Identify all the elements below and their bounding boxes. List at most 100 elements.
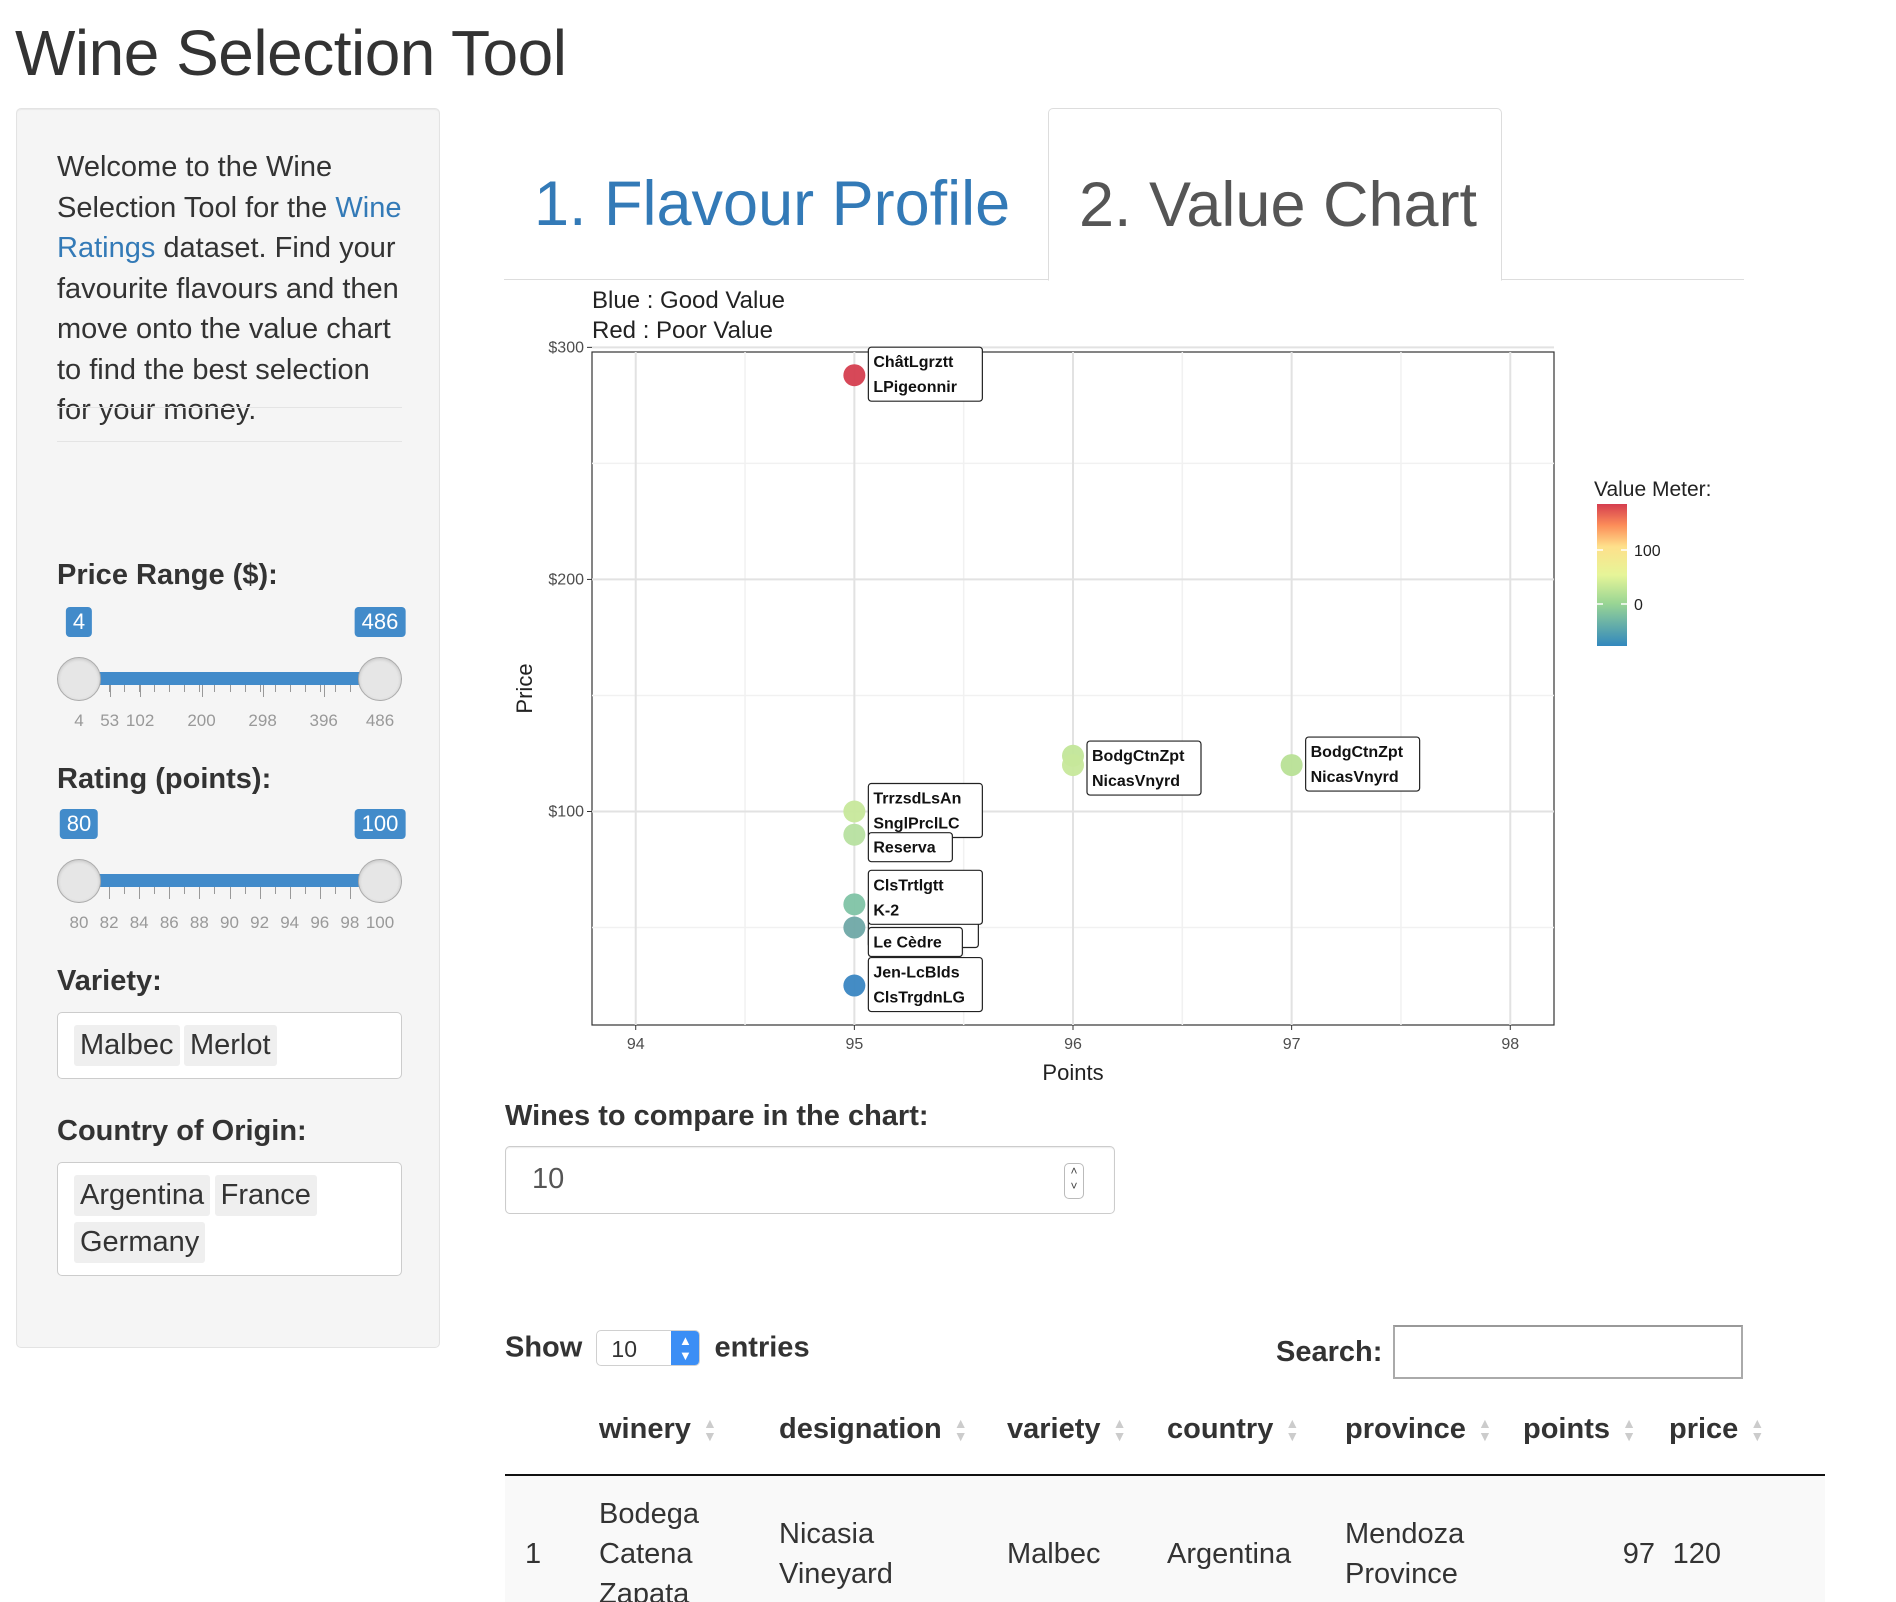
column-header-label: country xyxy=(1167,1413,1274,1445)
price-min-badge: 4 xyxy=(65,607,93,637)
slider-tick xyxy=(214,685,216,692)
intro-before: Welcome to the Wine Selection Tool for t… xyxy=(57,151,336,224)
legend-tick-label: 0 xyxy=(1634,597,1643,614)
rating-min-handle[interactable] xyxy=(57,859,101,903)
slider-major-tick xyxy=(229,887,231,899)
point-label-text: SnglPrclLC xyxy=(873,815,960,832)
slider-major-tick xyxy=(140,685,142,697)
rating-max-handle[interactable] xyxy=(358,859,402,903)
column-header-designation[interactable]: designation ▲ ▼ xyxy=(779,1385,1007,1476)
point-label-text: TrrzsdLsAn xyxy=(873,790,961,807)
slider-tick xyxy=(244,685,246,692)
rating-slider[interactable]: 80 100 80 82 84 86 88 90 92 94 96 98 100 xyxy=(57,809,406,932)
legend-title: Value Meter: xyxy=(1594,478,1712,501)
slider-tick-label: 92 xyxy=(250,913,270,932)
point-label-text: Jen-LcBlds xyxy=(873,965,959,982)
data-point xyxy=(1280,754,1303,777)
rating-slider-ticks xyxy=(79,887,381,901)
country-chip[interactable]: Argentina xyxy=(74,1175,211,1216)
cell-winery: Bodega Catena Zapata xyxy=(599,1475,779,1602)
variety-multiselect[interactable]: Malbec Merlot xyxy=(57,1012,402,1079)
country-multiselect[interactable]: Argentina France Germany xyxy=(57,1162,402,1276)
compare-count-input[interactable]: 10 ˄ ˅ xyxy=(505,1146,1115,1214)
entries-label: entries xyxy=(714,1331,810,1364)
price-range-fill xyxy=(79,672,380,685)
number-spinner[interactable]: ˄ ˅ xyxy=(1064,1163,1084,1199)
price-slider-ticks xyxy=(79,685,381,699)
slider-tick-label: 82 xyxy=(99,913,119,932)
slider-tick-label: 486 xyxy=(365,711,395,730)
column-header-label: points xyxy=(1523,1413,1610,1445)
spin-up-icon[interactable]: ˄ xyxy=(1070,1164,1077,1178)
rating-min-badge: 80 xyxy=(59,809,99,839)
slider-major-tick xyxy=(199,887,201,899)
slider-tick-label: 396 xyxy=(309,711,338,730)
slider-tick xyxy=(199,685,201,692)
point-label-text: BodgCtnZpt xyxy=(1092,748,1185,765)
app-title: Wine Selection Tool xyxy=(15,17,567,89)
spin-down-icon[interactable]: ˅ xyxy=(1070,1179,1077,1193)
column-header-price[interactable]: price ▲ ▼ xyxy=(1669,1385,1825,1476)
show-label: Show xyxy=(505,1331,583,1364)
slider-tick-label: 200 xyxy=(187,711,216,730)
slider-tick xyxy=(334,685,336,692)
entries-select[interactable]: 10 ▲ ▼ xyxy=(596,1330,701,1366)
select-arrows-icon: ▲ ▼ xyxy=(671,1331,700,1365)
point-label-text: NicasVnyrd xyxy=(1092,773,1180,790)
tab-value-chart[interactable]: 2. Value Chart xyxy=(1048,108,1502,281)
row-index-header xyxy=(505,1385,599,1476)
column-header-winery[interactable]: winery ▲ ▼ xyxy=(599,1385,779,1476)
slider-tick-label: 100 xyxy=(365,913,395,932)
x-tick-label: 97 xyxy=(1283,1036,1301,1053)
slider-tick-label: 53 xyxy=(100,711,120,730)
sort-icon: ▲ ▼ xyxy=(1477,1415,1492,1445)
rating-max-badge: 100 xyxy=(354,809,406,839)
slider-tick-label: 102 xyxy=(125,711,155,730)
tab-flavour-profile[interactable]: 1. Flavour Profile xyxy=(534,168,1010,240)
slider-major-tick xyxy=(201,685,203,697)
column-header-label: variety xyxy=(1007,1413,1101,1445)
search-input[interactable] xyxy=(1393,1325,1743,1379)
slider-tick xyxy=(274,887,276,894)
country-chip[interactable]: Germany xyxy=(74,1222,206,1263)
data-point xyxy=(843,823,866,846)
column-header-province[interactable]: province ▲ ▼ xyxy=(1345,1385,1523,1476)
column-header-points[interactable]: points ▲ ▼ xyxy=(1523,1385,1669,1476)
variety-chip[interactable]: Merlot xyxy=(183,1025,277,1066)
sort-icon: ▲ ▼ xyxy=(953,1415,968,1445)
tab-bar: 1. Flavour Profile 2. Value Chart xyxy=(504,106,1744,281)
slider-tick xyxy=(214,887,216,894)
tab-value-chart-label: 2. Value Chart xyxy=(1079,170,1478,240)
slider-tick xyxy=(169,685,171,692)
entries-value: 10 xyxy=(611,1336,637,1362)
sidebar-panel: Welcome to the Wine Selection Tool for t… xyxy=(16,108,440,1348)
variety-chip[interactable]: Malbec xyxy=(74,1025,180,1066)
point-label-text: ClsTrgdnLG xyxy=(873,990,965,1007)
slider-tick-label: 4 xyxy=(74,711,84,730)
legend-tick-label: 100 xyxy=(1634,543,1661,560)
rating-label: Rating (points): xyxy=(57,763,272,795)
data-point xyxy=(843,893,866,916)
sort-icon: ▲ ▼ xyxy=(1112,1415,1127,1445)
country-chip[interactable]: France xyxy=(214,1175,317,1216)
table-row[interactable]: 1 Bodega Catena Zapata Nicasia Vineyard … xyxy=(505,1475,1825,1602)
slider-tick xyxy=(304,887,306,894)
slider-tick xyxy=(154,685,156,692)
price-min-handle[interactable] xyxy=(57,657,101,701)
column-header-variety[interactable]: variety ▲ ▼ xyxy=(1007,1385,1167,1476)
y-tick-label: $100 xyxy=(548,803,584,820)
price-max-handle[interactable] xyxy=(358,657,402,701)
price-range-slider[interactable]: 4 486 4 53 102 200 298 396 486 xyxy=(57,607,406,730)
column-header-country[interactable]: country ▲ ▼ xyxy=(1167,1385,1345,1476)
cell-price: 120 xyxy=(1669,1475,1825,1602)
slider-tick xyxy=(289,685,291,692)
slider-tick xyxy=(184,887,186,894)
price-max-badge: 486 xyxy=(354,607,406,637)
sort-icon: ▲ ▼ xyxy=(1750,1415,1765,1445)
slider-tick xyxy=(274,685,276,692)
slider-tick-label: 98 xyxy=(340,913,360,932)
slider-tick xyxy=(259,685,261,692)
slider-tick-label: 88 xyxy=(189,913,209,932)
data-point xyxy=(843,800,866,823)
cell-country: Argentina xyxy=(1167,1475,1345,1602)
